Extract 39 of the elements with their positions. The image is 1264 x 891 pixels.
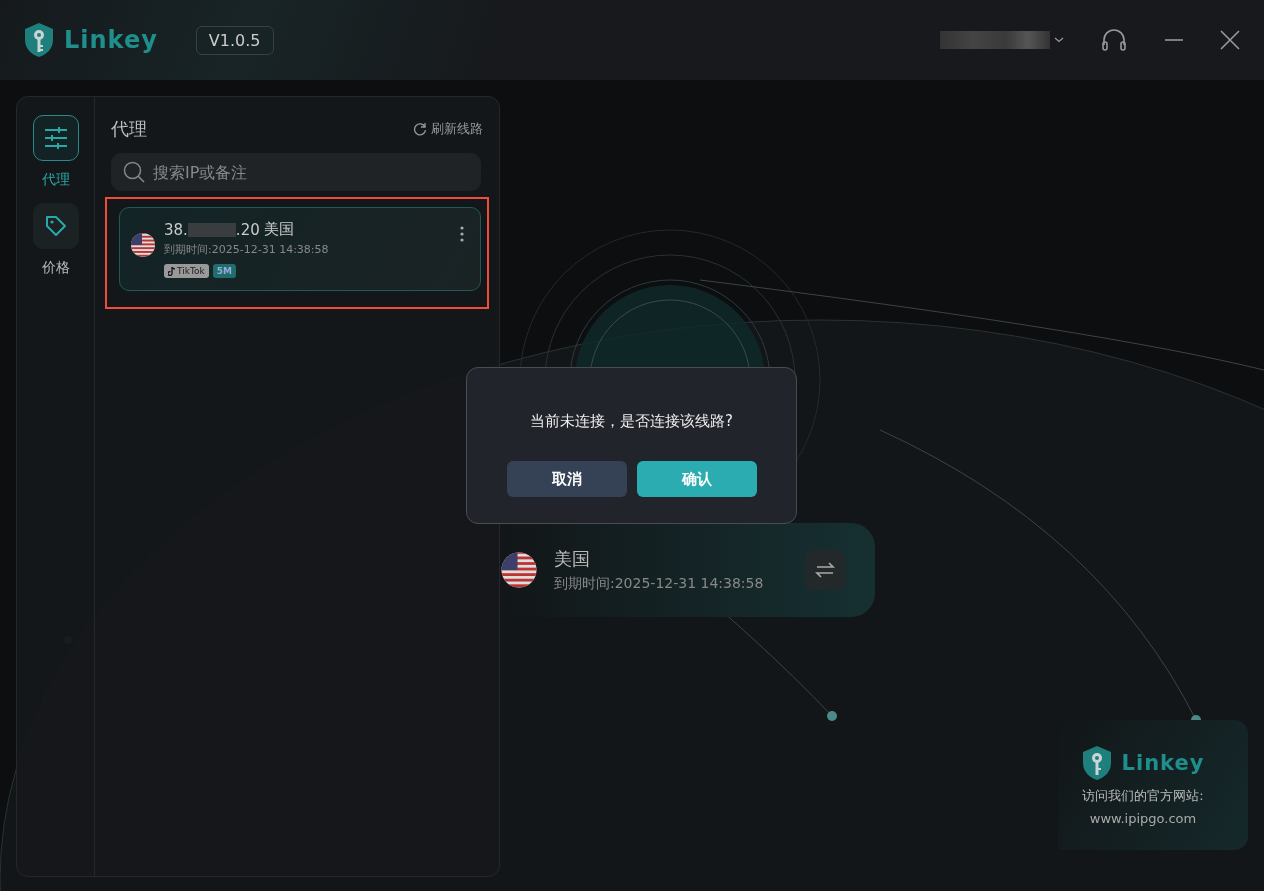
cancel-button[interactable]: 取消 [506,461,627,497]
speed-tag: 5M [212,264,236,278]
app-tag: TikTok [164,264,209,278]
flag-icon [130,232,156,258]
dialog-message: 当前未连接，是否连接该线路? [530,412,733,431]
flag-icon [500,551,538,589]
shield-key-icon [1081,744,1112,781]
more-icon[interactable] [460,226,464,242]
sidebar-tab[interactable] [32,115,79,161]
search-field[interactable]: 搜索IP或备注 [111,153,481,191]
close-icon[interactable] [1220,30,1240,50]
note-icon [168,266,175,276]
switch-button[interactable] [805,550,845,590]
app-logo-text: Linkey [1121,750,1205,775]
refresh-button[interactable]: 刷新线路 [413,120,483,138]
ip-suffix: .20 [235,220,260,239]
version-badge: V1.0.5 [195,25,274,55]
proxy-country: 美国 [263,220,294,239]
tag-icon [43,214,68,238]
refresh-icon [413,122,427,136]
sidebar-label: 代理 [41,171,70,189]
swap-icon [815,562,835,578]
sidebar-label: 价格 [41,259,70,277]
shield-key-icon [24,22,54,58]
ip-prefix: 38. [164,220,188,239]
redacted-ip [187,222,236,237]
website-url[interactable]: www.ipipgo.com [1089,810,1197,826]
sliders-icon [42,126,69,150]
expiry-text: 到期时间:2025-12-31 14:38:58 [164,242,330,257]
connection-expiry: 到期时间:2025-12-31 14:38:58 [554,575,765,593]
connection-country: 美国 [554,547,591,571]
panel-title: 代理 [111,117,147,141]
minimize-icon[interactable] [1164,38,1184,42]
headset-icon[interactable] [1100,27,1128,53]
sidebar-tab[interactable] [32,203,79,249]
proxy-item[interactable]: 38. .20 美国 到期时间:2025-12-31 14:38:58 TikTok 5M [119,207,481,291]
app-logo-text: Linkey [64,26,158,54]
website-caption: 访问我们的官方网站: [1082,786,1204,805]
chevron-down-icon [1054,37,1064,43]
